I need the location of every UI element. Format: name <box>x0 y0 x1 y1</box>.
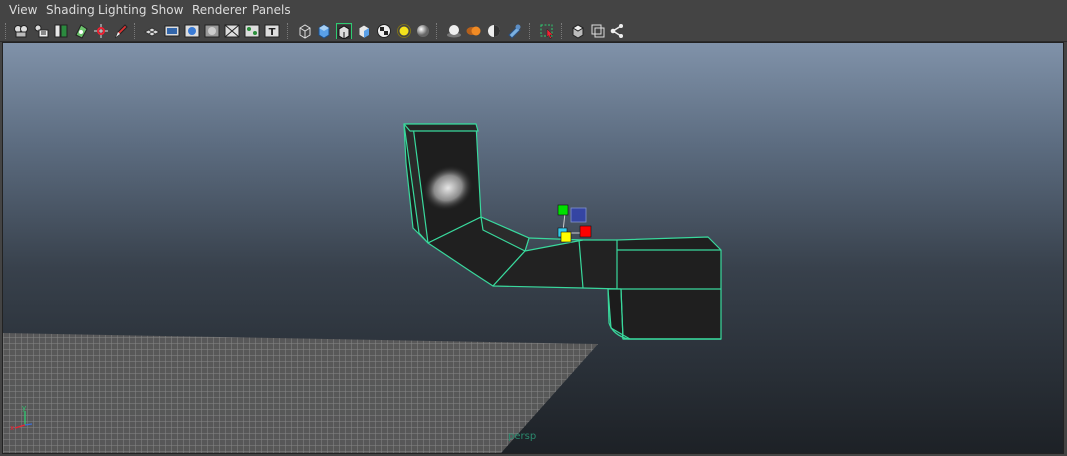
panel-menu-bar: View Shading Lighting Show Renderer Pane… <box>0 0 1067 20</box>
viewport-canvas[interactable]: y x <box>3 43 1063 453</box>
select-camera-icon[interactable] <box>13 23 29 39</box>
toolbar-separator <box>561 23 563 39</box>
menu-view[interactable]: View <box>9 3 37 17</box>
depth-of-field-icon[interactable] <box>506 23 522 39</box>
image-plane-icon[interactable] <box>73 23 89 39</box>
menu-lighting[interactable]: Lighting <box>98 3 147 17</box>
safe-title-icon[interactable]: T <box>264 23 280 39</box>
resolution-gate-icon[interactable] <box>184 23 200 39</box>
svg-text:x: x <box>10 424 14 432</box>
transform-manipulator[interactable] <box>557 204 592 243</box>
use-all-lights-icon[interactable] <box>396 23 412 39</box>
xray-icon[interactable] <box>570 23 586 39</box>
2d-pan-zoom-icon[interactable] <box>93 23 109 39</box>
toolbar-separator <box>436 23 438 39</box>
toolbar-separator <box>5 23 7 39</box>
grid-icon[interactable] <box>143 23 161 39</box>
maya-viewport-panel: View Shading Lighting Show Renderer Pane… <box>0 0 1067 456</box>
panel-toolbar: T <box>0 20 1067 42</box>
camera-name-label: persp <box>508 431 537 442</box>
xray-active-components-icon[interactable] <box>590 23 606 39</box>
menu-renderer[interactable]: Renderer <box>192 3 247 17</box>
menu-show[interactable]: Show <box>151 3 183 17</box>
wireframe-icon[interactable] <box>297 23 313 39</box>
wireframe-on-shaded-icon[interactable] <box>336 23 352 40</box>
menu-shading[interactable]: Shading <box>46 3 95 17</box>
center-handle[interactable] <box>560 231 572 243</box>
toolbar-separator <box>134 23 136 39</box>
xray-joints-icon[interactable] <box>609 23 625 39</box>
x-axis-handle[interactable] <box>579 225 592 238</box>
gate-mask-icon[interactable] <box>204 23 220 39</box>
screen-space-ao-icon[interactable] <box>446 23 462 39</box>
isolate-select-icon[interactable] <box>539 23 555 39</box>
perspective-viewport[interactable]: y x <box>2 42 1064 454</box>
multisample-aa-icon[interactable] <box>486 23 502 39</box>
camera-attributes-icon[interactable] <box>33 23 49 39</box>
safe-action-icon[interactable] <box>244 23 260 39</box>
grease-pencil-icon[interactable] <box>113 23 129 39</box>
bookmark-icon[interactable] <box>53 23 69 39</box>
menu-panels[interactable]: Panels <box>252 3 291 17</box>
field-chart-icon[interactable] <box>224 23 240 39</box>
z-axis-handle[interactable] <box>570 207 587 223</box>
svg-text:T: T <box>269 27 276 38</box>
svg-text:y: y <box>22 404 26 412</box>
smooth-shade-icon[interactable] <box>316 23 332 39</box>
textured-icon[interactable] <box>376 23 392 39</box>
toolbar-separator <box>287 23 289 39</box>
motion-blur-icon[interactable] <box>466 23 482 39</box>
toolbar-separator <box>529 23 531 39</box>
film-gate-icon[interactable] <box>164 23 180 39</box>
y-axis-handle[interactable] <box>557 204 569 216</box>
default-material-icon[interactable] <box>356 23 372 39</box>
shadows-icon[interactable] <box>415 23 431 39</box>
